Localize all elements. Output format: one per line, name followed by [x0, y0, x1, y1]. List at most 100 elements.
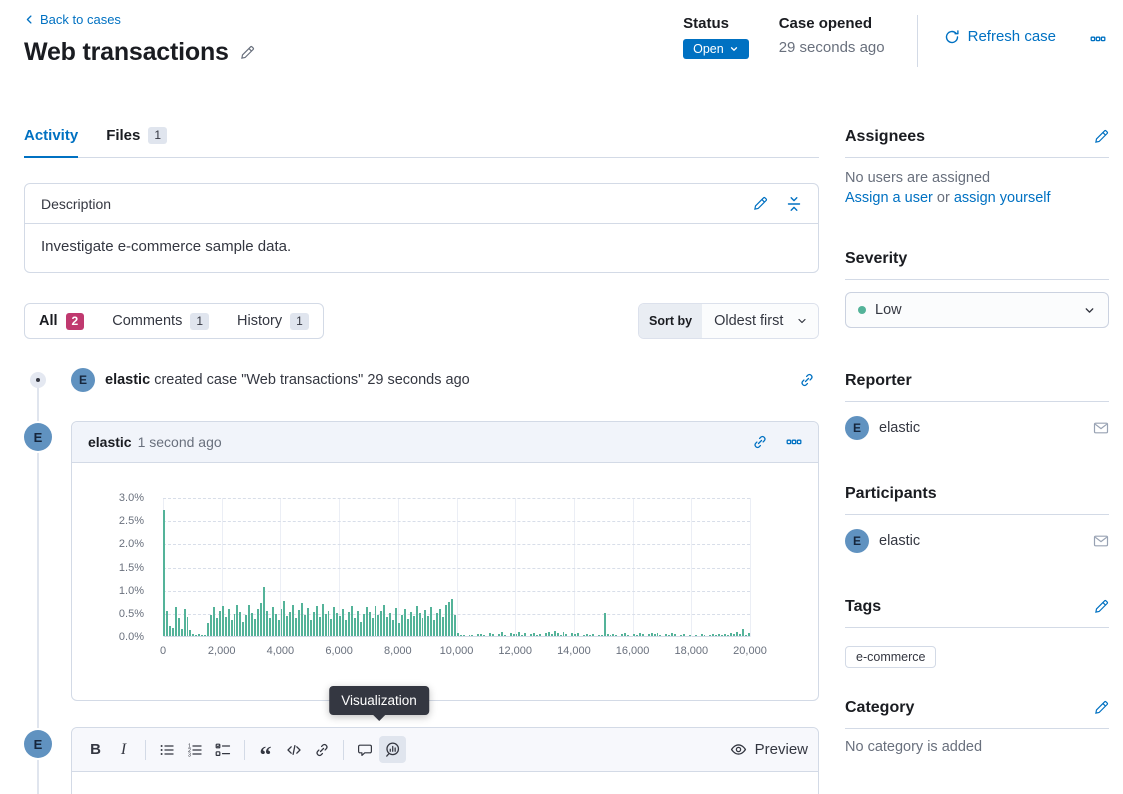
copy-link-icon[interactable]: [752, 434, 768, 450]
chart-bar: [607, 634, 609, 636]
chart-bar: [513, 634, 515, 636]
tab-files-label: Files: [106, 127, 140, 144]
tab-files[interactable]: Files 1: [106, 125, 167, 157]
edit-tags-pencil-icon[interactable]: [1093, 599, 1109, 615]
category-title: Category: [845, 699, 914, 717]
description-body: Investigate e-commerce sample data.: [25, 224, 818, 269]
chart-bar: [563, 632, 565, 636]
chart-bar: [469, 635, 471, 636]
refresh-case-button[interactable]: Refresh case: [944, 28, 1056, 45]
chart-bar: [480, 634, 482, 636]
back-to-cases-link[interactable]: Back to cases: [24, 12, 121, 27]
visualization-icon[interactable]: [379, 736, 406, 763]
participant-user-row: E elastic: [845, 529, 1109, 553]
mail-icon[interactable]: [1093, 533, 1109, 549]
chart-bar: [242, 622, 244, 636]
chart-bar: [319, 617, 321, 637]
chart-bar: [709, 635, 711, 636]
participant-username: elastic: [879, 533, 1083, 549]
chart-bar: [463, 635, 465, 636]
chart-bar: [401, 615, 403, 636]
chart-bar: [674, 634, 676, 636]
case-tabs: Activity Files 1: [24, 125, 819, 158]
chart-bar: [598, 635, 600, 636]
chart-bar: [172, 628, 174, 636]
comment-textarea[interactable]: [72, 772, 818, 794]
chart-bar: [269, 618, 271, 637]
edit-category-pencil-icon[interactable]: [1093, 700, 1109, 716]
chart-bar: [366, 607, 368, 636]
filter-all-badge: 2: [66, 313, 85, 330]
tags-title: Tags: [845, 598, 881, 616]
event-username: elastic: [105, 372, 150, 388]
header-meta: Status Open Case opened 29 seconds ago R…: [683, 15, 1106, 67]
chart-bar: [451, 599, 453, 636]
edit-title-pencil-icon[interactable]: [239, 45, 255, 61]
chart-bar: [201, 635, 203, 636]
checklist-icon[interactable]: [209, 736, 236, 763]
copy-link-icon[interactable]: [799, 372, 815, 388]
status-dropdown-badge[interactable]: Open: [683, 39, 749, 59]
comment-timestamp: 1 second ago: [138, 434, 752, 450]
chart-bar: [375, 606, 377, 636]
quote-icon[interactable]: “: [252, 736, 279, 763]
chart-bar: [712, 634, 714, 636]
chart-bar: [298, 610, 300, 636]
more-actions-icon[interactable]: [1090, 31, 1106, 47]
filter-comments-button[interactable]: Comments 1: [98, 304, 223, 338]
collapse-description-fold-icon[interactable]: [786, 196, 802, 212]
preview-button[interactable]: Preview: [730, 741, 808, 758]
italic-icon[interactable]: I: [110, 736, 137, 763]
chart-bar: [289, 612, 291, 636]
chart-bar: [612, 634, 614, 636]
assign-user-link[interactable]: Assign a user: [845, 190, 933, 206]
unordered-list-icon[interactable]: [153, 736, 180, 763]
status-block: Status Open: [683, 15, 749, 59]
chart-bar: [748, 633, 750, 636]
visualization-embed[interactable]: 3.0%2.5%2.0%1.5%1.0%0.5%0.0% 02,0004,000…: [72, 463, 818, 700]
chart-bar: [260, 603, 262, 636]
chart-bar: [560, 635, 562, 636]
filter-all-button[interactable]: All 2: [25, 304, 98, 338]
visualization-tooltip: Visualization: [329, 686, 429, 715]
avatar: E: [845, 529, 869, 553]
chart-bar: [310, 620, 312, 636]
chart-bar: [210, 615, 212, 636]
y-tick-label: 2.5%: [99, 514, 144, 528]
sort-order-value: Oldest first: [714, 313, 783, 329]
title-row: Web transactions: [24, 38, 255, 67]
participants-section: Participants E elastic: [845, 485, 1109, 553]
chart-bar: [333, 607, 335, 636]
edit-description-pencil-icon[interactable]: [752, 196, 768, 212]
comment-actions-icon[interactable]: [786, 434, 802, 450]
code-icon[interactable]: [280, 736, 307, 763]
case-page: Back to cases Web transactions Status Op…: [0, 0, 1123, 794]
bold-icon[interactable]: B: [82, 736, 109, 763]
comment-bubble-icon[interactable]: [351, 736, 378, 763]
chart-bar: [501, 632, 503, 636]
chart-bar: [565, 634, 567, 636]
edit-assignees-pencil-icon[interactable]: [1093, 129, 1109, 145]
chart-bar: [736, 632, 738, 636]
chart-bar: [316, 606, 318, 636]
chart-bar: [278, 620, 280, 636]
ordered-list-icon[interactable]: 123: [181, 736, 208, 763]
chart-bar: [636, 635, 638, 636]
chart-bar: [216, 618, 218, 636]
x-tick-label: 20,000: [710, 645, 790, 657]
tab-activity[interactable]: Activity: [24, 125, 78, 157]
link-icon[interactable]: [308, 736, 335, 763]
filter-history-button[interactable]: History 1: [223, 304, 323, 338]
mail-icon[interactable]: [1093, 420, 1109, 436]
chart-bar: [571, 633, 573, 636]
severity-select[interactable]: Low: [845, 292, 1109, 328]
chart-bar: [257, 609, 259, 636]
chart-bar: [433, 620, 435, 636]
chart-bar: [589, 635, 591, 636]
sort-order-select[interactable]: Oldest first: [702, 304, 818, 338]
filter-comments-badge: 1: [190, 313, 209, 330]
description-panel: Description Investigate e-commerce sampl…: [24, 183, 819, 273]
assign-yourself-link[interactable]: assign yourself: [954, 190, 1051, 206]
chart-bar: [657, 633, 659, 636]
chart-bar: [424, 610, 426, 636]
